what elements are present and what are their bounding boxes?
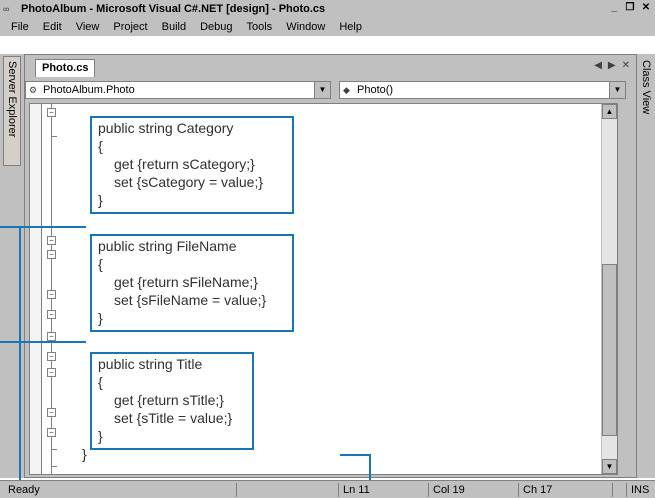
member-dropdown-value: Photo()	[357, 84, 394, 96]
collapse-icon[interactable]: −	[47, 352, 56, 361]
callout-leader-title-h	[340, 454, 370, 456]
scroll-down-button[interactable]: ▼	[602, 459, 617, 474]
outline-tick	[51, 136, 57, 137]
close-document-icon[interactable]: ✕	[622, 60, 630, 71]
collapse-icon[interactable]: −	[47, 332, 56, 341]
chevron-down-icon[interactable]: ▼	[609, 82, 625, 98]
code-editor[interactable]: − − − − − − − − − − public string Catego…	[29, 103, 618, 475]
vertical-scrollbar[interactable]: ▲ ▼	[601, 104, 617, 474]
menu-project[interactable]: Project	[106, 21, 154, 33]
member-dropdown[interactable]: ◆ Photo() ▼	[339, 81, 626, 99]
title-bar: ∞ PhotoAlbum - Microsoft Visual C#.NET […	[0, 0, 655, 18]
scroll-up-button[interactable]: ▲	[602, 104, 617, 119]
outline-tick	[51, 466, 57, 467]
tab-scroll-left-icon[interactable]: ◀	[594, 60, 602, 71]
minimize-button[interactable]: _	[607, 2, 621, 15]
vs-app-icon: ∞	[3, 4, 10, 14]
chevron-down-icon[interactable]: ▼	[314, 82, 330, 98]
class-dropdown[interactable]: ⚙ PhotoAlbum.Photo ▼	[25, 81, 331, 99]
collapse-icon[interactable]: −	[47, 108, 56, 117]
class-icon: ⚙	[29, 84, 38, 95]
status-empty-panel	[236, 483, 338, 497]
status-line: Ln 11	[338, 483, 428, 497]
callout-box-category	[90, 116, 294, 214]
menu-debug[interactable]: Debug	[193, 21, 239, 33]
method-icon: ◆	[343, 84, 350, 95]
window-title: PhotoAlbum - Microsoft Visual C#.NET [de…	[21, 3, 326, 15]
tab-navigation: ◀ ▶ ✕	[594, 60, 630, 71]
class-view-label: Class View	[640, 60, 652, 115]
window-controls: _ ❐ ✕	[607, 2, 653, 15]
status-insert-mode: INS	[626, 483, 655, 497]
callout-leader-vertical	[19, 226, 21, 498]
class-view-tab[interactable]: Class View	[638, 56, 654, 136]
class-dropdown-value: PhotoAlbum.Photo	[43, 84, 135, 96]
status-bar: Ready Ln 11 Col 19 Ch 17 INS	[0, 480, 655, 498]
menu-edit[interactable]: Edit	[36, 21, 69, 33]
collapse-icon[interactable]: −	[47, 310, 56, 319]
collapse-icon[interactable]: −	[47, 236, 56, 245]
status-ready: Ready	[8, 484, 40, 496]
callout-leader-filename	[0, 341, 86, 343]
collapse-icon[interactable]: −	[47, 290, 56, 299]
server-explorer-label: Server Explorer	[6, 61, 18, 138]
menu-bar: File Edit View Project Build Debug Tools…	[0, 18, 655, 36]
right-dock-strip: Class View	[637, 54, 655, 478]
menu-view[interactable]: View	[69, 21, 107, 33]
document-window: Photo.cs ◀ ▶ ✕ ⚙ PhotoAlbum.Photo ▼ ◆ Ph…	[24, 54, 637, 478]
collapse-icon[interactable]: −	[47, 250, 56, 259]
status-char: Ch 17	[518, 483, 612, 497]
tab-photo-cs[interactable]: Photo.cs	[35, 59, 96, 77]
callout-box-title	[90, 352, 254, 450]
outline-tick	[51, 449, 57, 450]
menu-window[interactable]: Window	[279, 21, 332, 33]
close-button[interactable]: ✕	[639, 2, 653, 15]
server-explorer-tab[interactable]: Server Explorer	[3, 56, 21, 166]
editor-gutter	[30, 104, 42, 474]
tab-scroll-right-icon[interactable]: ▶	[608, 60, 616, 71]
collapse-icon[interactable]: −	[47, 408, 56, 417]
collapse-icon[interactable]: −	[47, 368, 56, 377]
callout-box-filename	[90, 234, 294, 332]
callout-leader-category	[0, 226, 86, 228]
collapse-icon[interactable]: −	[47, 428, 56, 437]
menu-file[interactable]: File	[4, 21, 36, 33]
menu-help[interactable]: Help	[332, 21, 369, 33]
menu-build[interactable]: Build	[155, 21, 193, 33]
scroll-thumb[interactable]	[602, 264, 617, 436]
menu-tools[interactable]: Tools	[240, 21, 280, 33]
maximize-button[interactable]: ❐	[623, 2, 637, 15]
status-column: Col 19	[428, 483, 518, 497]
code-outer-close: }	[82, 446, 87, 462]
